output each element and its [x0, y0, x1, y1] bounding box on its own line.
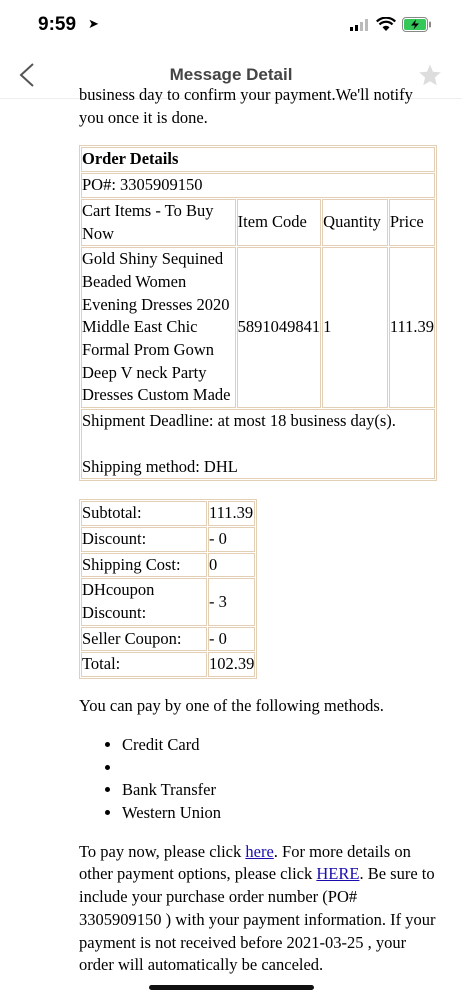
method-credit-card: Credit Card [122, 734, 439, 757]
order-heading: Order Details [81, 147, 435, 173]
payment-methods-list: Credit Card Bank Transfer Western Union [79, 734, 439, 825]
col-cart-items: Cart Items - To Buy Now [81, 198, 236, 247]
seller-coupon-value: - 0 [208, 626, 256, 652]
dhcoupon-label: DHcoupon Discount: [81, 578, 207, 626]
total-value: 102.39 [208, 652, 256, 678]
pay-now-link[interactable]: here [245, 842, 273, 861]
order-po-number: PO#: 3305909150 [81, 173, 435, 198]
shipment-deadline: Shipment Deadline: at most 18 business d… [82, 411, 396, 431]
shipping-method: Shipping method: DHL [82, 456, 238, 476]
pay-text-1: To pay now, please click [79, 841, 246, 861]
item-quantity: 1 [322, 247, 388, 409]
discount-value: - 0 [208, 526, 256, 552]
battery-charging-icon [402, 17, 431, 32]
totals-table: Subtotal: 111.39 Discount: - 0 Shipping Co… [79, 499, 258, 680]
home-indicator[interactable] [149, 985, 314, 990]
intro-paragraph: business day to confirm your payment.We'… [79, 84, 439, 129]
shipping-cost-label: Shipping Cost: [81, 552, 207, 578]
item-name: Gold Shiny Sequined Beaded Women Evening… [81, 247, 236, 409]
method-blank [122, 757, 439, 780]
col-quantity: Quantity [322, 198, 388, 247]
col-item-code: Item Code [236, 198, 322, 247]
intro-text: business day to confirm your payment.We'… [79, 85, 413, 127]
item-code: 5891049841 [236, 247, 322, 409]
cellular-signal-icon [350, 19, 368, 31]
method-bank-transfer: Bank Transfer [122, 779, 439, 802]
payment-instructions: To pay now, please click here. For more … [79, 841, 439, 977]
item-price: 111.39 [388, 247, 435, 409]
wifi-icon [376, 17, 396, 31]
shipping-cost-value: 0 [208, 552, 256, 578]
subtotal-value: 111.39 [208, 501, 256, 526]
location-arrow-icon: ➤ [88, 17, 99, 32]
subtotal-label: Subtotal: [81, 501, 207, 526]
method-western-union: Western Union [122, 802, 439, 825]
dhcoupon-value: - 3 [208, 578, 256, 626]
order-details-table: Order Details PO#: 3305909150 Cart Items… [79, 145, 437, 482]
status-time: 9:59 [38, 14, 77, 35]
shipping-info: Shipment Deadline: at most 18 business d… [81, 409, 435, 480]
seller-coupon-label: Seller Coupon: [81, 626, 207, 652]
status-bar: 9:59 ➤ [0, 0, 462, 50]
payment-options-link[interactable]: HERE [316, 864, 359, 883]
payment-intro: You can pay by one of the following meth… [79, 696, 384, 716]
discount-label: Discount: [81, 526, 207, 552]
page-title: Message Detail [169, 65, 293, 84]
total-label: Total: [81, 652, 207, 678]
col-price: Price [388, 198, 435, 247]
message-body: business day to confirm your payment.We'… [79, 84, 439, 977]
